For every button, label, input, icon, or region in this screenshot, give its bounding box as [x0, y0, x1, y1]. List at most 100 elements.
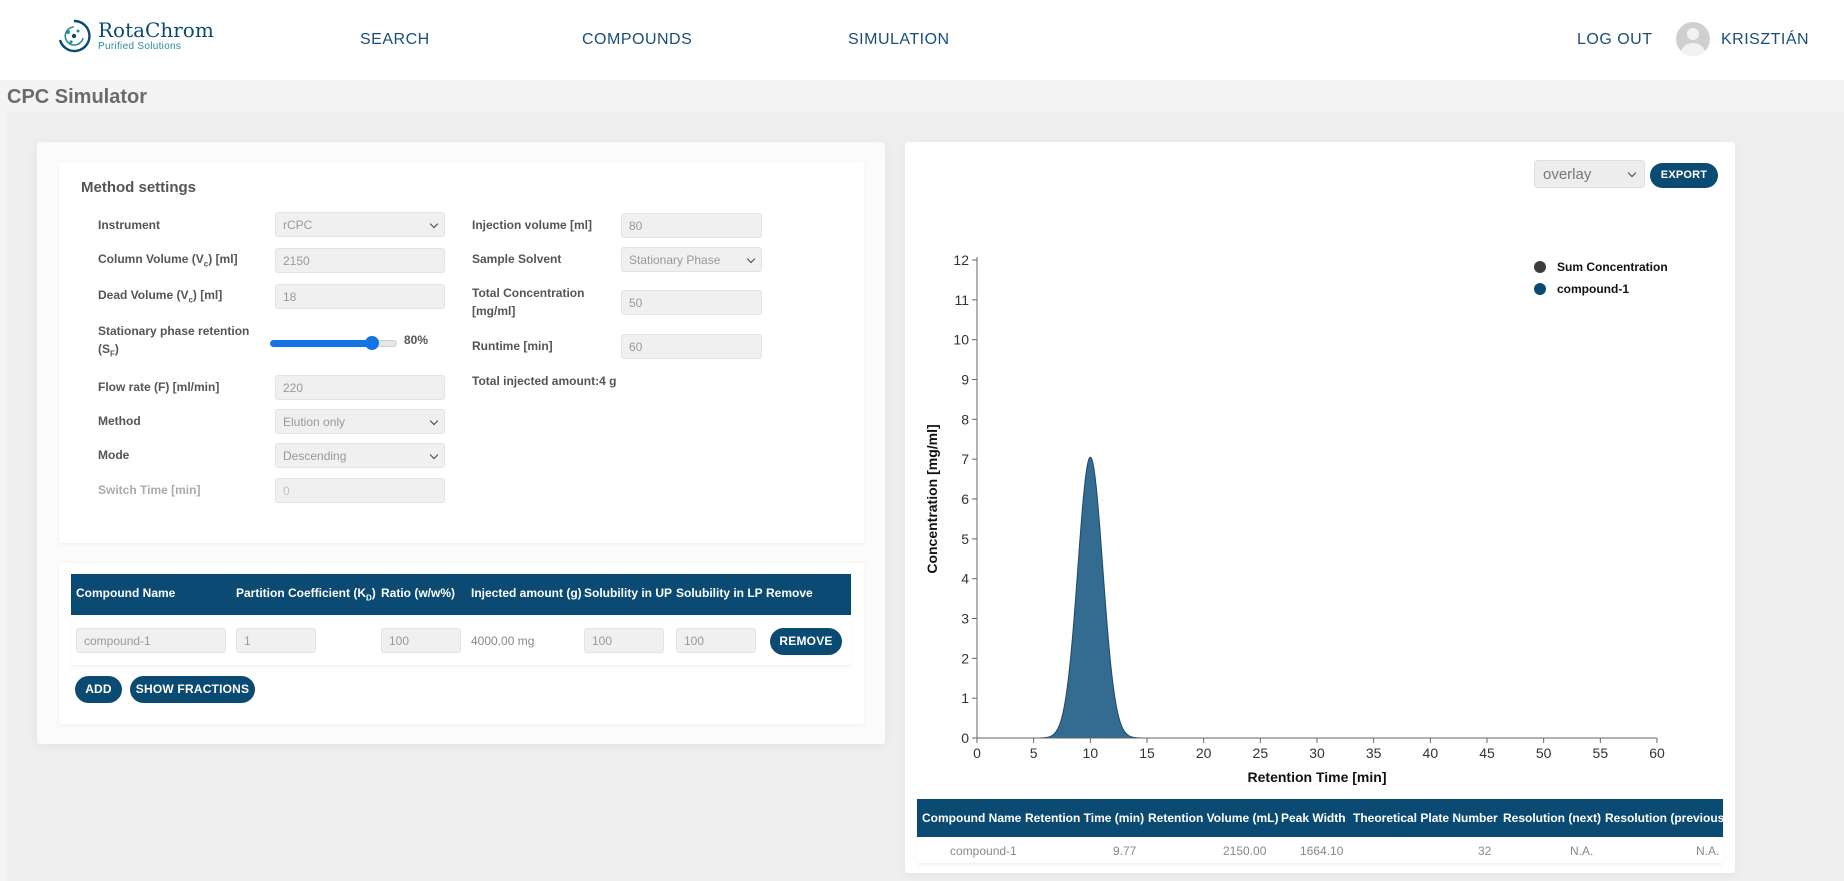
result-peak-width: 1664.10 — [1300, 844, 1344, 858]
rotachrom-logo[interactable]: RotaChrom Purified Solutions — [56, 18, 214, 54]
brand-tagline: Purified Solutions — [98, 41, 182, 52]
dead-volume-label: Dead Volume (Vc) [ml] — [98, 288, 223, 305]
sample-solvent-label: Sample Solvent — [472, 252, 562, 266]
x-tick-label: 50 — [1536, 745, 1552, 761]
stationary-retention-value: 80% — [404, 333, 429, 347]
method-settings-title: Method settings — [81, 179, 196, 196]
rth-compound-name: Compound Name — [922, 811, 1022, 825]
runtime-input[interactable]: 60 — [621, 334, 762, 359]
y-tick-label: 11 — [954, 292, 969, 308]
flow-rate-input[interactable]: 220 — [275, 375, 445, 400]
y-axis-label: Concentration [mg/ml] — [924, 424, 940, 573]
total-injected-amount: Total injected amount:4 g — [472, 374, 617, 388]
partition-coefficient-input[interactable]: 1 — [236, 628, 316, 653]
runtime-label: Runtime [min] — [472, 339, 553, 353]
rth-peak-width: Peak Width — [1281, 811, 1346, 825]
ratio-input[interactable]: 100 — [381, 628, 461, 653]
result-resolution-next: N.A. — [1570, 844, 1594, 858]
switch-time-input: 0 — [275, 478, 445, 503]
logo-icon — [58, 19, 91, 53]
nav-search[interactable]: SEARCH — [360, 31, 430, 49]
view-mode-select[interactable]: overlay — [1534, 160, 1645, 188]
result-compound-name: compound-1 — [950, 844, 1017, 858]
method-select[interactable]: Elution only — [275, 409, 445, 434]
logout-link[interactable]: LOG OUT — [1577, 31, 1653, 49]
instrument-select[interactable]: rCPC — [275, 212, 445, 237]
solubility-up-input[interactable]: 100 — [584, 628, 664, 653]
slider-fill — [270, 340, 372, 347]
legend-label: Sum Concentration — [1557, 260, 1668, 274]
nav-compounds[interactable]: COMPOUNDS — [582, 31, 692, 49]
switch-time-label: Switch Time [min] — [98, 483, 201, 497]
y-tick-label: 3 — [961, 611, 969, 627]
x-tick-label: 55 — [1593, 745, 1609, 761]
column-volume-label: Column Volume (Vc) [ml] — [98, 252, 238, 269]
y-tick-label: 2 — [961, 650, 969, 666]
y-tick-label: 12 — [953, 252, 969, 268]
th-remove: Remove — [766, 586, 813, 600]
user-name[interactable]: KRISZTIÁN — [1721, 31, 1809, 49]
remove-button[interactable]: REMOVE — [770, 628, 842, 655]
th-partition-coefficient: Partition Coefficient (KD) — [236, 586, 376, 603]
chromatogram-chart: 0 5 10 15 20 25 30 35 40 45 50 55 600123456789101112… — [924, 252, 1668, 785]
flow-rate-label: Flow rate (F) [ml/min] — [98, 380, 220, 394]
add-button[interactable]: ADD — [75, 676, 122, 703]
result-retention-volume: 2150.00 — [1223, 844, 1267, 858]
x-tick-label: 5 — [1030, 745, 1038, 761]
brand-name: RotaChrom — [98, 18, 214, 42]
x-tick-label: 60 — [1649, 745, 1665, 761]
x-tick-label: 25 — [1253, 745, 1269, 761]
x-tick-label: 45 — [1479, 745, 1495, 761]
total-concentration-input[interactable]: 50 — [621, 290, 762, 315]
injection-volume-label: Injection volume [ml] — [472, 218, 593, 232]
slider-thumb[interactable] — [364, 336, 379, 350]
export-button[interactable]: EXPORT — [1650, 163, 1718, 188]
x-tick-label: 35 — [1366, 745, 1382, 761]
injected-amount-value: 4000.00 mg — [471, 634, 535, 648]
page-title: CPC Simulator — [7, 86, 148, 108]
result-plate-number: 32 — [1478, 844, 1492, 858]
y-tick-label: 6 — [961, 491, 969, 507]
injection-volume-input[interactable]: 80 — [621, 213, 762, 238]
compound-name-input[interactable]: compound-1 — [76, 628, 226, 653]
x-tick-label: 10 — [1083, 745, 1099, 761]
rth-retention-time: Retention Time (min) — [1025, 811, 1145, 825]
y-tick-label: 7 — [961, 451, 969, 467]
x-tick-label: 20 — [1196, 745, 1212, 761]
y-tick-label: 5 — [961, 531, 969, 547]
y-tick-label: 1 — [961, 690, 969, 706]
compound-1-peak — [1039, 456, 1141, 739]
legend-marker — [1534, 261, 1546, 273]
x-tick-label: 15 — [1139, 745, 1155, 761]
mode-select[interactable]: Descending — [275, 443, 445, 468]
top-navbar: RotaChrom Purified Solutions SEARCH COMP… — [0, 0, 1844, 80]
y-tick-label: 4 — [961, 571, 969, 587]
th-solubility-lp: Solubility in LP — [676, 586, 763, 600]
sample-solvent-select[interactable]: Stationary Phase — [621, 247, 762, 272]
mode-label: Mode — [98, 448, 130, 462]
th-solubility-up: Solubility in UP — [584, 586, 673, 600]
rth-resolution-previous: Resolution (previous) — [1605, 811, 1729, 825]
legend-label: compound-1 — [1557, 282, 1629, 296]
nav-simulation[interactable]: SIMULATION — [848, 31, 950, 49]
dead-volume-input[interactable]: 18 — [275, 284, 445, 309]
x-axis-label: Retention Time [min] — [1248, 769, 1387, 785]
show-fractions-button[interactable]: SHOW FRACTIONS — [130, 676, 255, 703]
rth-theoretical-plate-number: Theoretical Plate Number — [1353, 811, 1498, 825]
x-tick-label: 0 — [973, 745, 981, 761]
result-resolution-previous: N.A. — [1696, 844, 1720, 858]
stationary-retention-label: Stationary phase retention (SF) — [98, 324, 250, 359]
rth-resolution-next: Resolution (next) — [1503, 811, 1601, 825]
stationary-retention-slider[interactable] — [270, 336, 397, 350]
solubility-lp-input[interactable]: 100 — [676, 628, 756, 653]
result-retention-time: 9.77 — [1113, 844, 1137, 858]
y-tick-label: 10 — [953, 332, 969, 348]
avatar[interactable] — [1676, 22, 1710, 56]
rth-retention-volume: Retention Volume (mL) — [1148, 811, 1279, 825]
instrument-label: Instrument — [98, 218, 161, 232]
y-tick-label: 0 — [961, 730, 969, 746]
column-volume-input[interactable]: 2150 — [275, 248, 445, 273]
th-injected-amount: Injected amount (g) — [471, 586, 582, 600]
legend-marker — [1534, 283, 1546, 295]
th-ratio: Ratio (w/w%) — [381, 586, 455, 600]
